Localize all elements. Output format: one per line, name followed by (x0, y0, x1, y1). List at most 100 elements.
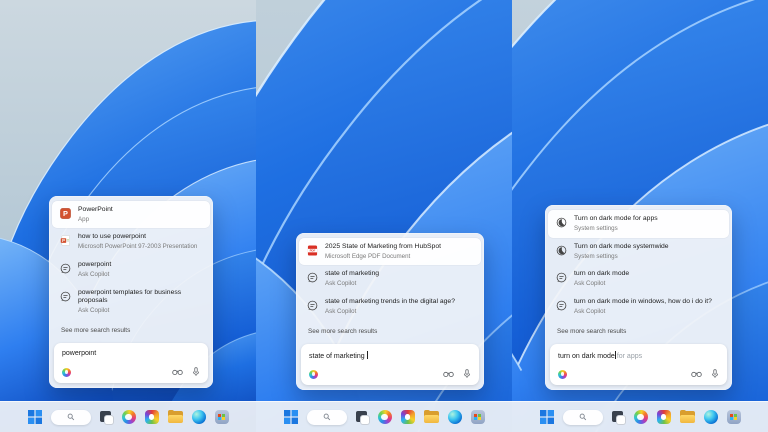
microsoft-store-icon (727, 410, 741, 424)
search-result-row[interactable]: powerpoint templates for business propos… (52, 284, 210, 320)
photos-app-icon (657, 410, 671, 424)
see-more-results-link[interactable]: See more search results (52, 320, 210, 342)
copilot-logo-icon[interactable] (62, 368, 71, 377)
search-result-row[interactable]: PPowerPointApp (52, 201, 210, 229)
start-button-icon (28, 410, 42, 424)
result-title: powerpoint (78, 261, 111, 270)
result-title: 2025 State of Marketing from HubSpot (325, 243, 441, 252)
photos-app-icon (145, 410, 159, 424)
search-input-box[interactable]: turn on dark modefor apps (550, 344, 727, 385)
result-title: PowerPoint (78, 206, 113, 215)
search-input-box[interactable]: powerpoint (54, 343, 208, 383)
result-subtitle: Ask Copilot (325, 280, 379, 288)
taskbar-item-copilot[interactable] (122, 410, 136, 424)
result-subtitle: Microsoft PowerPoint 97-2003 Presentatio… (78, 243, 197, 251)
search-result-row[interactable]: state of marketing trends in the digital… (299, 293, 481, 321)
taskbar-item-copilot[interactable] (378, 410, 392, 424)
microsoft-store-icon (471, 410, 485, 424)
result-title: state of marketing (325, 270, 379, 279)
triptych-of-windows-search-screens: PPowerPointApp P how to use powerpointMi… (0, 0, 768, 432)
result-subtitle: Ask Copilot (78, 271, 111, 279)
photos-app-icon (401, 410, 415, 424)
inline-suggestion-text (96, 350, 97, 357)
microsoft-store-icon (215, 410, 229, 424)
taskbar-item-microsoft-store[interactable] (471, 410, 485, 424)
screen-dark-mode-search: Turn on dark mode for appsSystem setting… (512, 0, 768, 432)
microphone-icon[interactable] (711, 369, 719, 379)
result-subtitle: Ask Copilot (574, 308, 712, 316)
search-input-text: turn on dark mode (558, 353, 615, 360)
taskbar-item-search[interactable] (563, 410, 603, 425)
result-title: turn on dark mode in windows, how do i d… (574, 298, 712, 307)
taskbar-item-search[interactable] (307, 410, 347, 425)
result-title: state of marketing trends in the digital… (325, 298, 455, 307)
taskbar-item-task-view[interactable] (356, 411, 369, 424)
search-input-box[interactable]: state of marketing (301, 344, 479, 385)
taskbar-item-microsoft-store[interactable] (215, 410, 229, 424)
taskbar-item-edge[interactable] (448, 410, 462, 424)
goggles-glyph (691, 370, 702, 378)
taskbar-item-start[interactable] (540, 410, 554, 424)
screen-state-of-marketing-search: PDF2025 State of Marketing from HubSpotM… (256, 0, 512, 432)
ask-copilot-chat-icon (60, 263, 71, 274)
copilot-logo-icon[interactable] (309, 370, 318, 379)
result-title: Turn on dark mode for apps (574, 215, 658, 224)
result-subtitle: Ask Copilot (574, 280, 629, 288)
taskbar (256, 401, 512, 432)
copilot-taskbar-icon (122, 410, 136, 424)
search-result-row[interactable]: turn on dark mode in windows, how do i d… (548, 293, 729, 321)
taskbar-item-start[interactable] (28, 410, 42, 424)
search-result-row[interactable]: state of marketingAsk Copilot (299, 265, 481, 293)
microphone-icon[interactable] (192, 367, 200, 377)
taskbar-item-task-view[interactable] (100, 411, 113, 424)
file-explorer-icon (680, 411, 695, 423)
copilot-taskbar-icon (634, 410, 648, 424)
taskbar-item-task-view[interactable] (612, 411, 625, 424)
see-more-results-link[interactable]: See more search results (299, 321, 481, 343)
taskbar-item-photos[interactable] (657, 410, 671, 424)
see-more-results-link[interactable]: See more search results (548, 321, 729, 343)
search-result-row[interactable]: Turn on dark mode systemwideSystem setti… (548, 238, 729, 266)
visual-search-goggles-icon[interactable] (691, 370, 702, 378)
visual-search-goggles-icon[interactable] (172, 368, 183, 376)
taskbar-item-start[interactable] (284, 410, 298, 424)
search-flyout: Turn on dark mode for appsSystem setting… (545, 205, 732, 390)
taskbar-item-file-explorer[interactable] (424, 411, 439, 423)
search-result-row[interactable]: powerpointAsk Copilot (52, 256, 210, 284)
taskbar-item-edge[interactable] (704, 410, 718, 424)
inline-suggestion-text (368, 353, 369, 360)
copilot-logo-icon[interactable] (558, 370, 567, 379)
search-input-text: powerpoint (62, 350, 96, 357)
taskbar-item-copilot[interactable] (634, 410, 648, 424)
task-view-icon (612, 411, 625, 424)
taskbar (0, 401, 256, 432)
powerpoint-app-icon: P (60, 208, 71, 219)
taskbar-item-file-explorer[interactable] (680, 411, 695, 423)
search-result-row[interactable]: Turn on dark mode for appsSystem setting… (548, 210, 729, 238)
ask-copilot-chat-icon (307, 272, 318, 283)
taskbar-item-photos[interactable] (401, 410, 415, 424)
taskbar-item-photos[interactable] (145, 410, 159, 424)
visual-search-goggles-icon[interactable] (443, 370, 454, 378)
search-result-row[interactable]: turn on dark modeAsk Copilot (548, 265, 729, 293)
taskbar-item-microsoft-store[interactable] (727, 410, 741, 424)
taskbar-item-file-explorer[interactable] (168, 411, 183, 423)
dark-mode-moon-icon (556, 245, 567, 256)
ask-copilot-chat-icon (307, 300, 318, 311)
svg-text:P: P (62, 238, 65, 243)
result-title: Turn on dark mode systemwide (574, 243, 669, 252)
result-title: powerpoint templates for business propos… (78, 289, 203, 307)
start-button-icon (284, 410, 298, 424)
result-subtitle: Ask Copilot (78, 307, 203, 315)
result-subtitle: Microsoft Edge PDF Document (325, 253, 441, 261)
search-results-list: Turn on dark mode for appsSystem setting… (548, 208, 729, 320)
taskbar (512, 401, 768, 432)
search-result-row[interactable]: P how to use powerpointMicrosoft PowerPo… (52, 228, 210, 256)
taskbar-item-search[interactable] (51, 410, 91, 425)
microphone-icon[interactable] (463, 369, 471, 379)
search-result-row[interactable]: PDF2025 State of Marketing from HubSpotM… (299, 238, 481, 266)
taskbar-item-edge[interactable] (192, 410, 206, 424)
task-view-icon (100, 411, 113, 424)
result-title: turn on dark mode (574, 270, 629, 279)
edge-browser-icon (192, 410, 206, 424)
